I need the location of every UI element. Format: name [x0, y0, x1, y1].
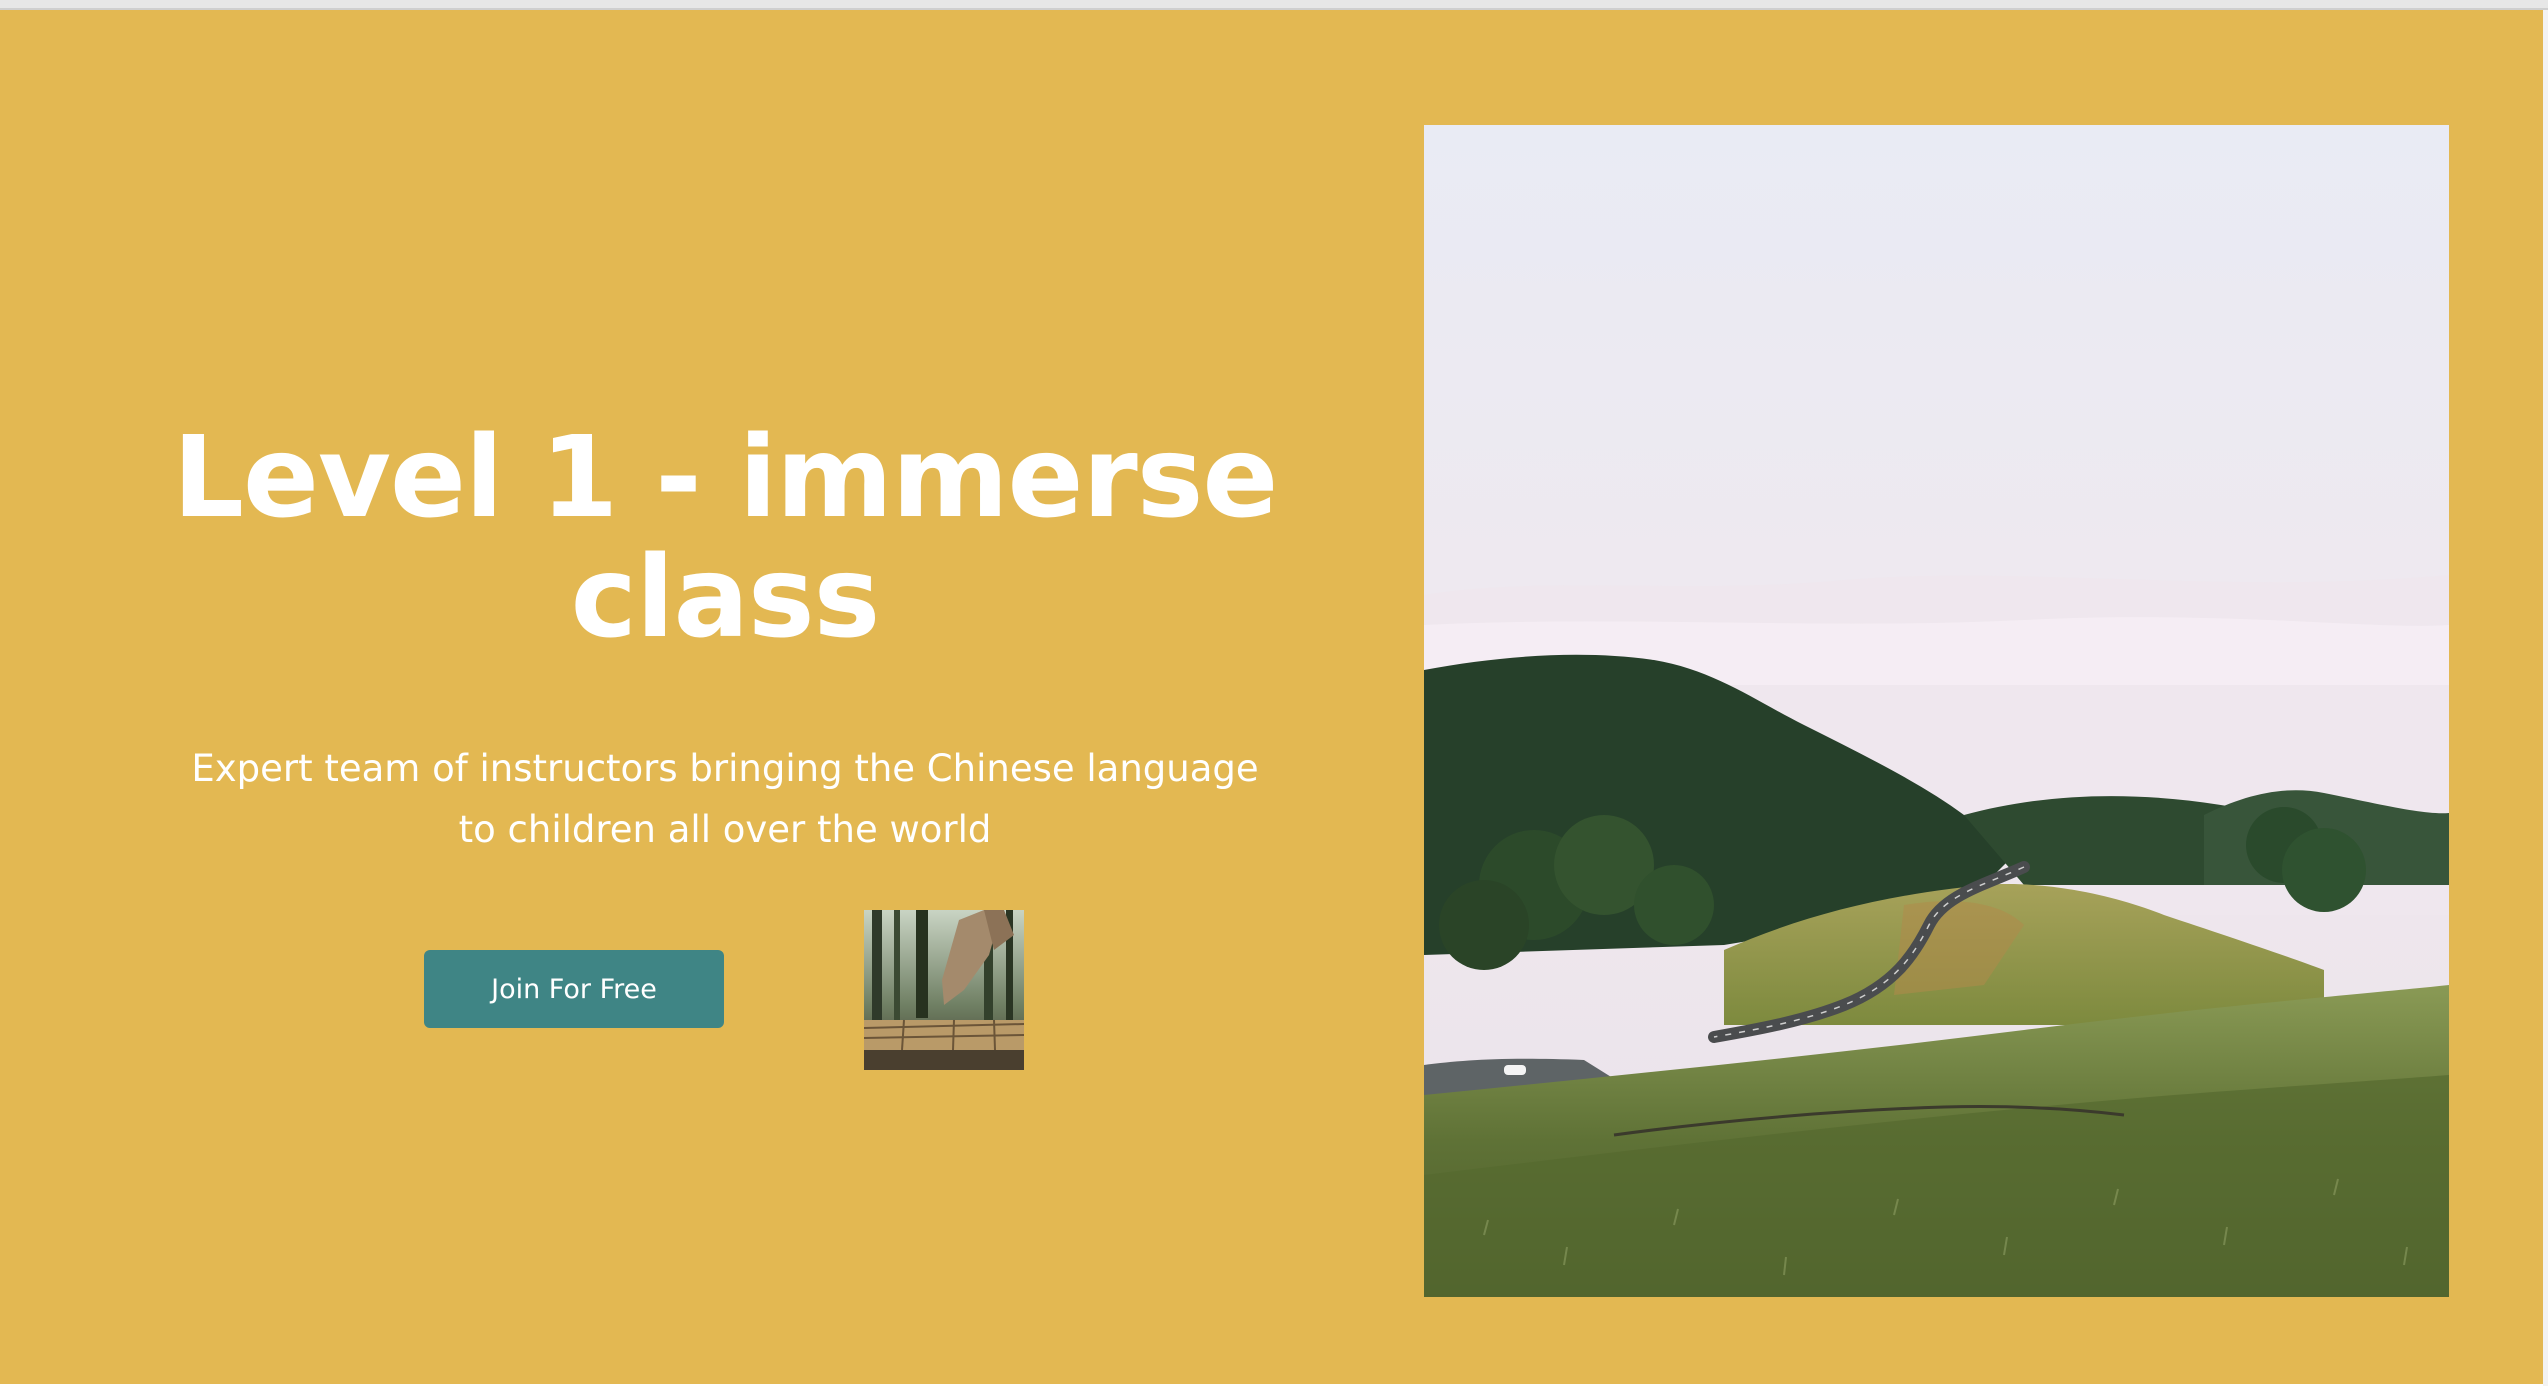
window-right-edge [2543, 10, 2548, 1386]
hero-title: Level 1 - immerse class [172, 413, 1279, 663]
join-for-free-button[interactable]: Join For Free [424, 950, 724, 1028]
browser-top-edge [0, 0, 2548, 10]
hero-subtitle: Expert team of instructors bringing the … [191, 747, 1259, 851]
forest-thumbnail-image[interactable] [864, 910, 1024, 1070]
landscape-hero-image [1424, 125, 2449, 1297]
